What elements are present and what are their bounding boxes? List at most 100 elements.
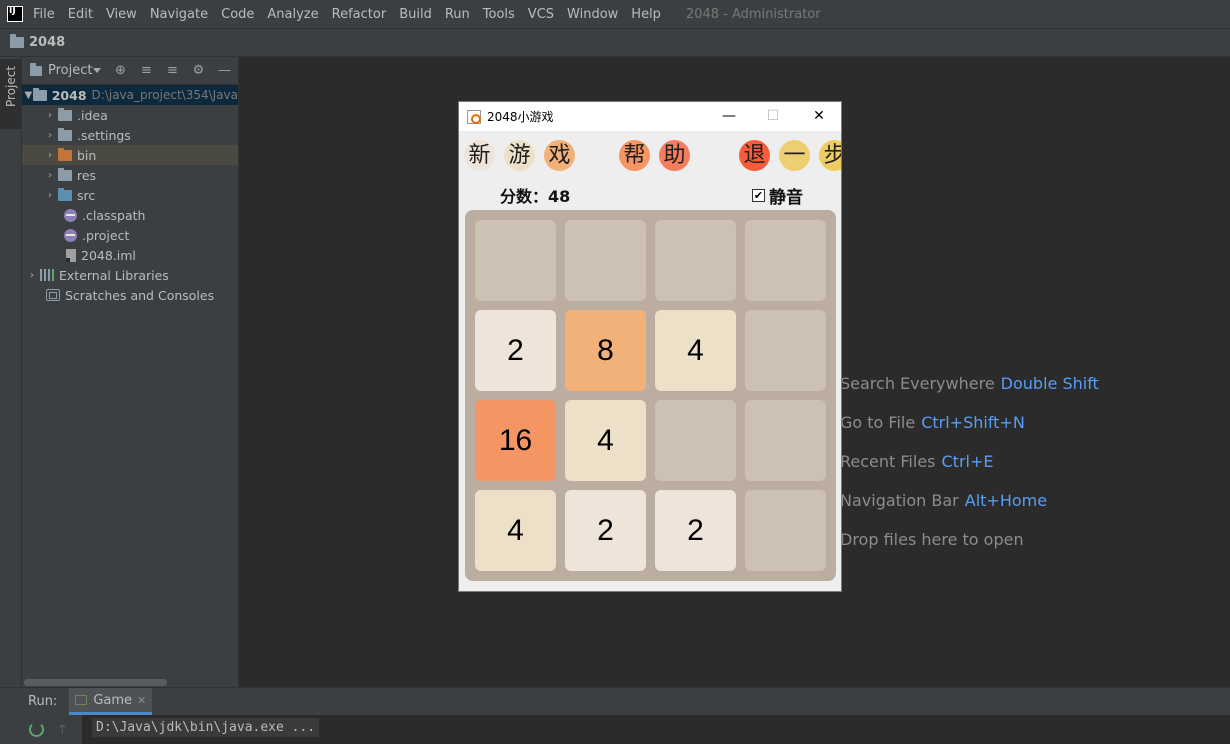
tree-item-classpath[interactable]: .classpath	[22, 205, 238, 225]
hint-search-everywhere: Search Everywhere Double Shift	[840, 374, 1099, 393]
tree-item-external-libraries[interactable]: › External Libraries	[22, 265, 238, 285]
folder-icon	[32, 87, 47, 101]
hint-shortcut: Ctrl+E	[941, 452, 994, 471]
menu-vcs[interactable]: VCS	[528, 7, 554, 22]
empty-tile	[655, 400, 736, 481]
chevron-right-icon[interactable]: ›	[42, 130, 58, 141]
tree-item-res[interactable]: › res	[22, 165, 238, 185]
maximize-window-icon[interactable]: ☐	[758, 107, 788, 125]
tree-item-bin[interactable]: › bin	[22, 145, 238, 165]
menu-view[interactable]: View	[106, 7, 137, 22]
tree-item-label: bin	[77, 147, 97, 163]
iml-file-icon	[66, 248, 76, 262]
horizontal-scrollbar[interactable]	[24, 679, 167, 686]
empty-tile	[655, 220, 736, 301]
project-tool-tab[interactable]: Project	[0, 59, 21, 129]
tree-item-label: Scratches and Consoles	[65, 287, 215, 303]
locate-icon[interactable]: ⊕	[113, 63, 127, 78]
tree-item-label: .classpath	[82, 207, 146, 223]
new-game-button-2[interactable]: 游	[504, 140, 535, 171]
menu-code[interactable]: Code	[221, 7, 254, 22]
tile-8: 8	[565, 310, 646, 391]
tree-item-idea[interactable]: › .idea	[22, 105, 238, 125]
new-game-button-3[interactable]: 戏	[544, 140, 575, 171]
undo-button-1[interactable]: 退	[739, 140, 770, 171]
tree-item-project-file[interactable]: .project	[22, 225, 238, 245]
menu-edit[interactable]: Edit	[68, 7, 93, 22]
tree-item-iml[interactable]: 2048.iml	[22, 245, 238, 265]
menu-window[interactable]: Window	[567, 7, 618, 22]
mute-toggle[interactable]: ✔ 静音	[752, 183, 803, 208]
run-label: Run:	[28, 694, 58, 709]
chevron-right-icon[interactable]: ›	[42, 110, 58, 121]
menu-navigate[interactable]: Navigate	[150, 7, 208, 22]
close-window-icon[interactable]: ✕	[804, 107, 834, 125]
window-title: 2048 - Administrator	[685, 6, 821, 22]
tree-item-label: src	[77, 187, 96, 203]
menu-analyze[interactable]: Analyze	[267, 7, 318, 22]
menu-refactor[interactable]: Refactor	[332, 7, 387, 22]
chevron-down-icon[interactable]	[93, 68, 102, 73]
run-tab-game[interactable]: Game ✕	[69, 688, 153, 715]
chevron-down-icon[interactable]: ▼	[24, 90, 33, 101]
undo-button-3[interactable]: 步	[819, 140, 841, 171]
gear-icon[interactable]: ⚙	[191, 63, 205, 78]
tree-item-2048[interactable]: ▼ 2048 D:\java_project\354\Java	[22, 85, 238, 105]
tile-2: 2	[655, 490, 736, 571]
help-button-2[interactable]: 助	[659, 140, 690, 171]
minimize-icon[interactable]: —	[217, 63, 231, 78]
menu-run[interactable]: Run	[445, 7, 470, 22]
menu-file[interactable]: File	[33, 7, 55, 22]
tile-16: 16	[475, 400, 556, 481]
tile-2: 2	[565, 490, 646, 571]
menu-bar: File Edit View Navigate Code Analyze Ref…	[0, 0, 1230, 28]
tree-item-settings[interactable]: › .settings	[22, 125, 238, 145]
console-command: D:\Java\jdk\bin\java.exe ...	[92, 718, 320, 737]
empty-tile	[745, 490, 826, 571]
tree-item-label: .settings	[77, 127, 131, 143]
tree-item-scratches[interactable]: Scratches and Consoles	[22, 285, 238, 305]
project-panel-header: Project ⊕ ≡ ≡ ⚙ —	[22, 57, 238, 85]
minimize-window-icon[interactable]: —	[714, 107, 744, 125]
tree-item-src[interactable]: › src	[22, 185, 238, 205]
collapse-all-icon[interactable]: ≡	[165, 63, 179, 78]
hint-shortcut: Double Shift	[1000, 374, 1099, 393]
hint-text: Go to File	[840, 413, 916, 432]
scratches-icon	[46, 289, 60, 301]
hint-go-to-file: Go to File Ctrl+Shift+N	[840, 413, 1025, 432]
tile-4: 4	[565, 400, 646, 481]
chevron-right-icon[interactable]: ›	[42, 170, 58, 181]
undo-button-2[interactable]: 一	[779, 140, 810, 171]
folder-icon	[58, 167, 72, 181]
breadcrumb-project[interactable]: 2048	[29, 35, 65, 50]
tree-item-label: External Libraries	[59, 267, 169, 283]
chevron-right-icon[interactable]: ›	[42, 190, 58, 201]
close-icon[interactable]: ✕	[137, 694, 146, 707]
expand-all-icon[interactable]: ≡	[139, 63, 153, 78]
new-game-button-1[interactable]: 新	[464, 140, 495, 171]
project-view-selector[interactable]: Project	[48, 63, 92, 78]
empty-tile	[565, 220, 646, 301]
mute-checkbox[interactable]: ✔	[752, 189, 765, 202]
orange-folder-icon	[58, 147, 72, 161]
tile-4: 4	[475, 490, 556, 571]
project-folder-icon	[10, 34, 24, 48]
tile-2: 2	[475, 310, 556, 391]
chevron-right-icon[interactable]: ›	[42, 150, 58, 161]
intellij-logo-icon	[7, 6, 23, 22]
rerun-icon[interactable]	[29, 722, 44, 737]
run-console: ↑ D:\Java\jdk\bin\java.exe ...	[0, 715, 1230, 744]
folder-icon	[58, 127, 72, 141]
menu-build[interactable]: Build	[399, 7, 432, 22]
up-arrow-icon[interactable]: ↑	[57, 723, 68, 738]
java-icon	[467, 109, 481, 124]
project-panel: Project ⊕ ≡ ≡ ⚙ — ▼ 2048 D:\java_project…	[22, 57, 239, 687]
help-button-1[interactable]: 帮	[619, 140, 650, 171]
game-board: 2 8 4 16 4 4 2 2	[465, 210, 836, 581]
run-tool-window-header: Run: Game ✕	[0, 687, 1230, 715]
chevron-right-icon[interactable]: ›	[24, 270, 40, 281]
run-tab-label: Game	[93, 692, 133, 708]
menu-tools[interactable]: Tools	[483, 7, 515, 22]
menu-help[interactable]: Help	[631, 7, 661, 22]
tree-item-label: .project	[82, 227, 130, 243]
